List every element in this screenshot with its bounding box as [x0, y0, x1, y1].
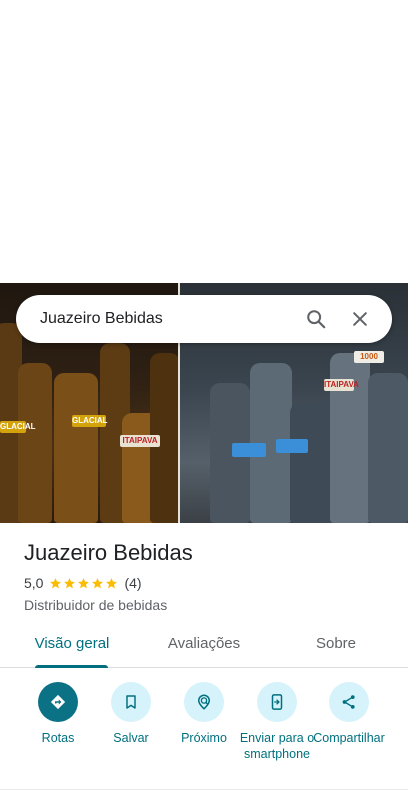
- bottle-label: GLACIAL: [0, 421, 36, 433]
- directions-label: Rotas: [41, 731, 75, 745]
- tab-reviews[interactable]: Avaliações: [154, 624, 254, 668]
- star-icon: [106, 577, 118, 588]
- star-icon: [78, 577, 90, 588]
- nearby-icon[interactable]: [184, 682, 224, 722]
- bottle-label: 1000: [354, 351, 384, 363]
- place-title: Juazeiro Bebidas: [24, 540, 193, 565]
- star-icon: [92, 577, 104, 588]
- review-count[interactable]: (4): [124, 575, 141, 591]
- share-button[interactable]: Compartilhar: [311, 682, 387, 746]
- nearby-label: Próximo: [181, 731, 227, 745]
- search-input[interactable]: Juazeiro Bebidas: [40, 310, 290, 328]
- place-category: Distribuidor de bebidas: [24, 597, 168, 613]
- tab-about[interactable]: Sobre: [286, 624, 386, 668]
- directions-icon[interactable]: [38, 682, 78, 722]
- search-icon[interactable]: [298, 301, 334, 337]
- share-label: Compartilhar: [313, 731, 385, 745]
- bottle-label: GLACIAL: [72, 415, 108, 427]
- tab-active-indicator: [35, 665, 108, 668]
- bottle-label: ITAIPAVA: [324, 379, 359, 391]
- save-button[interactable]: Salvar: [93, 682, 169, 746]
- bottle-label-blank: [232, 443, 266, 457]
- rating-value: 5,0: [24, 575, 44, 591]
- bottle-label-blank: [276, 439, 308, 453]
- share-icon[interactable]: [329, 682, 369, 722]
- place-tabs: Visão geral Avaliações Sobre: [0, 624, 408, 668]
- send-to-phone-button[interactable]: Enviar para o smartphone: [239, 682, 315, 762]
- send-to-phone-icon[interactable]: [257, 682, 297, 722]
- star-icon: [50, 577, 62, 588]
- tab-overview[interactable]: Visão geral: [22, 624, 122, 668]
- star-icon: [64, 577, 76, 588]
- send-to-phone-label: Enviar para o smartphone: [239, 731, 315, 761]
- close-icon[interactable]: [342, 301, 378, 337]
- bookmark-icon[interactable]: [111, 682, 151, 722]
- search-bar[interactable]: Juazeiro Bebidas: [16, 295, 392, 343]
- directions-button[interactable]: Rotas: [20, 682, 96, 746]
- divider: [0, 789, 408, 790]
- rating-row[interactable]: 5,0 (4): [24, 575, 142, 591]
- bottle-label: ITAIPAVA: [120, 435, 160, 447]
- save-label: Salvar: [113, 731, 149, 745]
- star-rating: [49, 577, 118, 590]
- action-row: Rotas Salvar Próximo Enviar para o smart…: [0, 682, 408, 782]
- nearby-button[interactable]: Próximo: [166, 682, 242, 746]
